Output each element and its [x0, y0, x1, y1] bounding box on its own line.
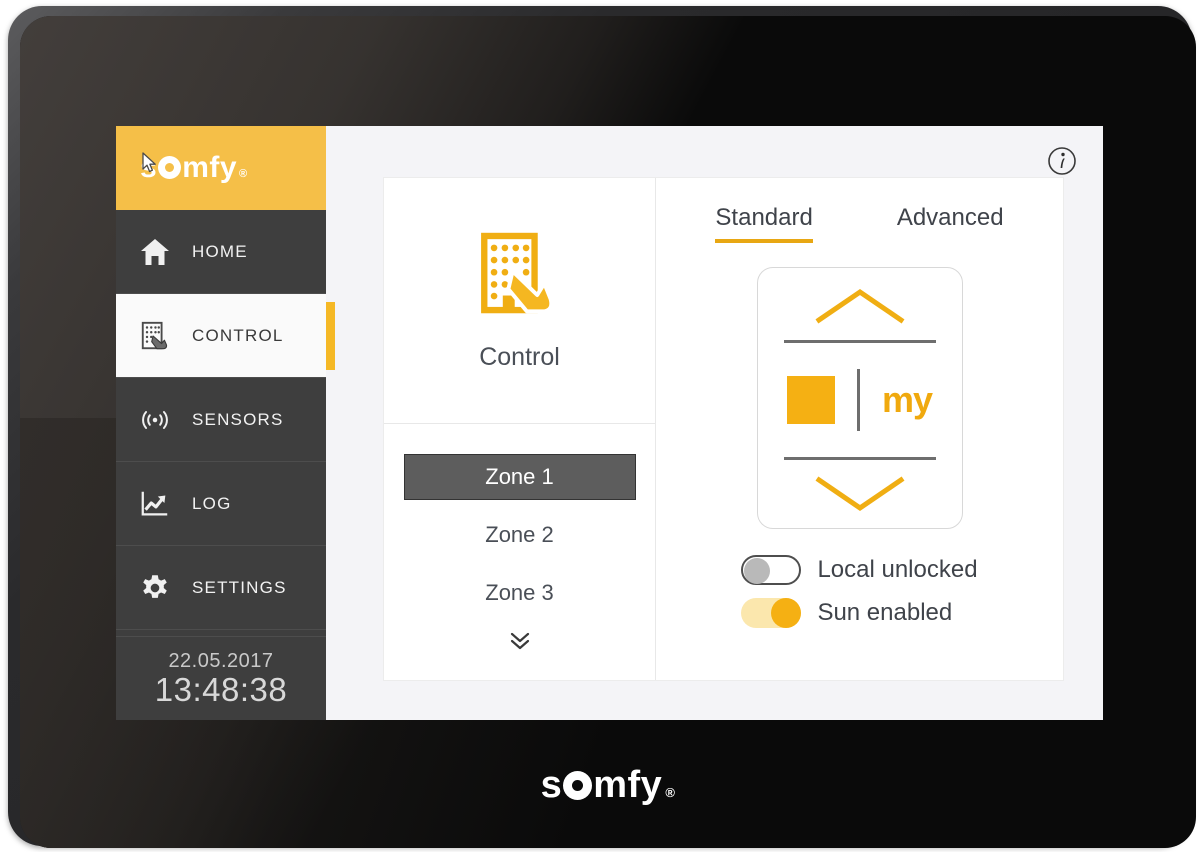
zone-label: Zone 2	[485, 522, 554, 547]
zone-label: Zone 1	[485, 464, 554, 489]
zone-item-3[interactable]: Zone 3	[404, 570, 636, 616]
control-building-hand-icon	[480, 232, 553, 314]
mouse-cursor-icon	[142, 152, 156, 173]
sidebar-item-log[interactable]: LOG	[116, 462, 326, 546]
zone-label: Zone 3	[485, 580, 554, 605]
control-header: Control	[384, 178, 655, 424]
stop-square-icon[interactable]	[786, 376, 835, 424]
sidebar-item-label: SETTINGS	[192, 577, 287, 597]
toggle-knob	[771, 598, 802, 628]
card-left-column: Control Zone 1 Zone 2 Zone 3	[384, 178, 656, 680]
device-frame: smfy® HOME	[8, 6, 1196, 848]
info-icon[interactable]	[1047, 146, 1077, 176]
logo-registered: ®	[239, 168, 248, 180]
logo-o	[158, 156, 182, 179]
zone-item-1[interactable]: Zone 1	[403, 454, 636, 500]
double-chevron-down-icon[interactable]	[507, 630, 533, 652]
clock-time: 13:48:38	[154, 670, 288, 708]
device-brand-logo: s mfy ®	[20, 764, 1196, 807]
logo-registered: ®	[665, 785, 676, 800]
sidebar-brand: smfy®	[116, 126, 326, 210]
sidebar-item-home[interactable]: HOME	[116, 210, 326, 294]
tab-advanced[interactable]: Advanced	[897, 204, 1004, 243]
sidebar-item-sensors[interactable]: SENSORS	[116, 378, 326, 462]
pad-middle-row: my	[758, 357, 962, 443]
toggle-row-sun[interactable]: Sun enabled	[741, 598, 977, 628]
chart-icon	[138, 487, 172, 521]
tab-label: Standard	[715, 204, 813, 231]
sidebar-item-label: HOME	[192, 241, 248, 261]
tab-bar: Standard Advanced	[715, 204, 1004, 243]
device-body: smfy® HOME	[20, 16, 1196, 848]
toggle-knob	[744, 558, 771, 584]
remote-control-pad: my	[756, 267, 963, 529]
zone-item-2[interactable]: Zone 2	[404, 512, 636, 558]
zone-list: Zone 1 Zone 2 Zone 3	[384, 424, 655, 680]
sidebar-item-label: CONTROL	[192, 325, 284, 345]
sidebar-item-label: LOG	[192, 493, 232, 513]
sidebar-item-label: SENSORS	[192, 409, 284, 429]
sun-toggle[interactable]	[741, 598, 802, 628]
sidebar-item-control[interactable]: CONTROL	[116, 294, 335, 378]
pad-divider-top	[783, 340, 936, 343]
card-right-column: Standard Advanced my Local unlocked Sun …	[656, 178, 1063, 680]
sensor-icon	[138, 403, 172, 437]
gear-icon	[138, 571, 172, 605]
sidebar-item-settings[interactable]: SETTINGS	[116, 546, 326, 630]
control-icon	[138, 319, 172, 353]
panel-title: Control	[479, 343, 560, 371]
my-button[interactable]: my	[882, 379, 933, 421]
pad-vertical-divider	[856, 369, 860, 431]
tab-standard[interactable]: Standard	[715, 204, 813, 243]
home-icon	[138, 235, 172, 269]
clock-date: 22.05.2017	[168, 649, 274, 672]
logo-o	[563, 771, 593, 800]
chevron-down-icon[interactable]	[814, 474, 906, 514]
toggle-label: Local unlocked	[817, 556, 978, 583]
toggle-group: Local unlocked Sun enabled	[741, 555, 978, 628]
toggle-row-local[interactable]: Local unlocked	[741, 555, 978, 585]
local-lock-toggle[interactable]	[741, 555, 802, 585]
toggle-label: Sun enabled	[817, 599, 953, 626]
logo-mfy: mfy	[182, 151, 238, 184]
touchscreen: smfy® HOME	[116, 126, 1103, 720]
content-area: Control Zone 1 Zone 2 Zone 3 Standard Ad…	[326, 126, 1103, 720]
chevron-up-icon[interactable]	[814, 286, 906, 326]
logo-s: s	[540, 764, 563, 806]
clock-panel: 22.05.2017 13:48:38	[116, 636, 326, 720]
logo-mfy: mfy	[593, 764, 663, 806]
control-card: Control Zone 1 Zone 2 Zone 3 Standard Ad…	[384, 178, 1063, 680]
pad-divider-bottom	[783, 457, 936, 460]
sidebar: smfy® HOME	[116, 126, 335, 720]
tab-label: Advanced	[896, 204, 1004, 231]
